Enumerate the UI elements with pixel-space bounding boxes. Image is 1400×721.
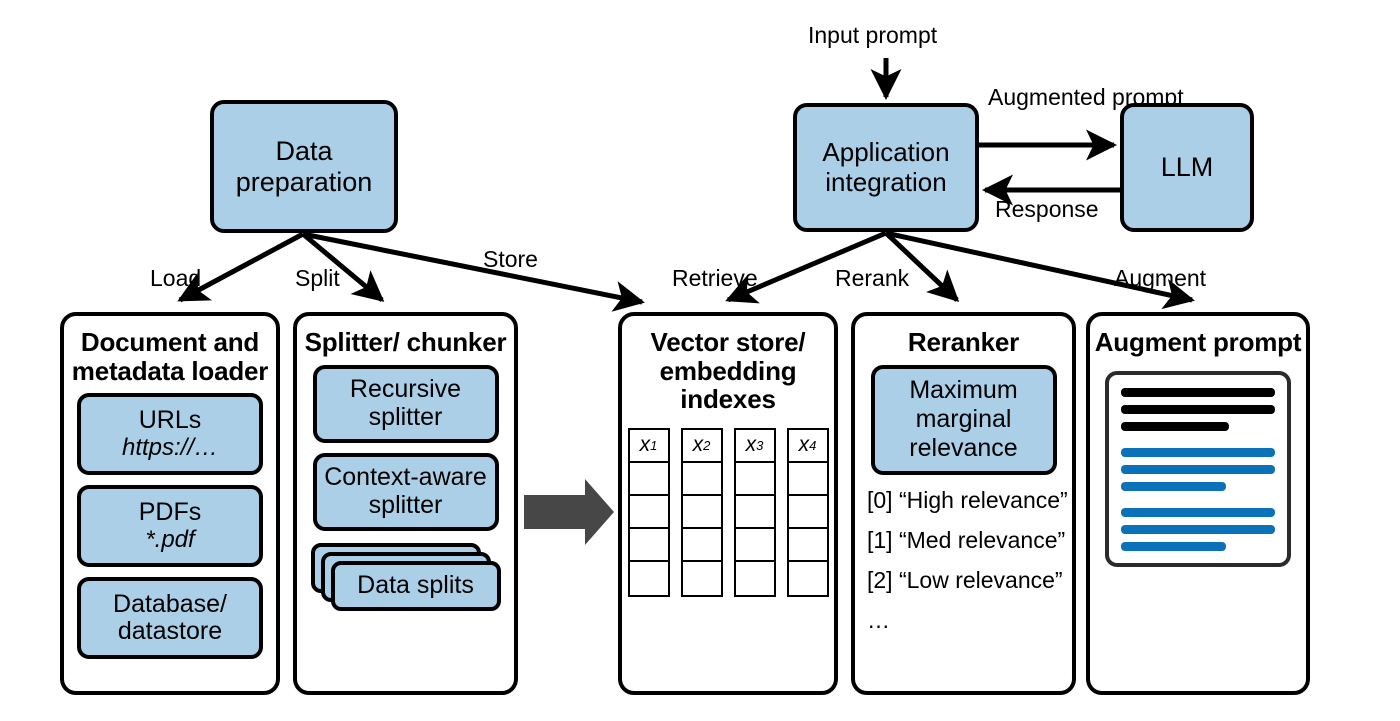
vector-cell	[629, 561, 668, 595]
stack-data-splits-label: Data splits	[357, 571, 474, 600]
panel-augment-title: Augment prompt	[1094, 327, 1302, 357]
chip-recursive-splitter[interactable]: Recursive splitter	[312, 364, 499, 443]
edge-label-load: Load	[150, 265, 202, 291]
prompt-line	[1121, 541, 1226, 551]
vector-cell	[682, 462, 721, 496]
chip-pdfs[interactable]: PDFs *.pdf	[77, 485, 263, 568]
vector-column-4[interactable]: x4	[786, 427, 829, 597]
edge-label-split: Split	[295, 265, 340, 291]
prompt-line	[1121, 481, 1226, 491]
vector-column-1[interactable]: x1	[627, 427, 670, 597]
vector-cell	[629, 462, 668, 496]
block-arrow-icon	[524, 479, 614, 545]
diagram-canvas: Input prompt Augmented prompt Response L…	[0, 0, 1400, 721]
chip-database-datastore-name: Database/ datastore	[113, 589, 227, 646]
node-application-integration[interactable]: Application integration	[793, 103, 979, 232]
list-item-ellipsis: …	[867, 606, 890, 633]
vector-column-2-header: x2	[682, 429, 721, 463]
vector-header-x: x	[798, 433, 810, 457]
vector-cell	[735, 561, 774, 595]
vector-column-1-header: x1	[629, 429, 668, 463]
vector-column-3[interactable]: x3	[733, 427, 776, 597]
vector-header-index: 4	[809, 437, 817, 453]
chip-database-datastore[interactable]: Database/ datastore	[77, 577, 263, 660]
prompt-gap	[1121, 439, 1275, 448]
panel-vector-store: Vector store/ embedding indexes x1 x2 x3	[618, 312, 838, 695]
list-item: [0] “High relevance”	[867, 486, 1068, 513]
list-item: [1] “Med relevance”	[867, 526, 1066, 553]
panel-augment-prompt: Augment prompt	[1086, 312, 1310, 695]
prompt-line	[1121, 524, 1275, 534]
chip-context-aware-splitter-name: Context-aware splitter	[324, 463, 487, 519]
edge-label-store: Store	[483, 246, 538, 272]
vector-cell	[788, 462, 827, 496]
prompt-line	[1121, 404, 1275, 414]
vector-cell	[629, 495, 668, 529]
chip-maximum-marginal-relevance[interactable]: Maximum marginal relevance	[870, 364, 1057, 475]
vector-header-index: 1	[650, 437, 658, 453]
edge-label-rerank: Rerank	[835, 265, 910, 291]
prompt-line	[1121, 464, 1275, 474]
panel-reranker: Reranker Maximum marginal relevance [0] …	[851, 312, 1076, 695]
vector-cell	[788, 561, 827, 595]
edge-label-augment: Augment	[1114, 265, 1207, 291]
chip-urls-sub: https://…	[121, 433, 219, 461]
edge-store	[302, 231, 645, 312]
vector-cell	[682, 528, 721, 562]
prompt-line	[1121, 447, 1275, 457]
chip-urls-name: URLs	[138, 406, 202, 435]
vector-header-x: x	[692, 433, 704, 457]
vector-index-table: x1 x2 x3 x4	[627, 427, 829, 597]
reranker-results-list: [0] “High relevance” [1] “Med relevance”…	[855, 487, 1072, 647]
vector-cell	[629, 528, 668, 562]
edge-label-input-prompt: Input prompt	[808, 22, 938, 48]
vector-header-index: 2	[703, 437, 711, 453]
edge-label-retrieve: Retrieve	[672, 265, 758, 291]
vector-cell	[735, 462, 774, 496]
vector-cell	[788, 528, 827, 562]
node-llm-label: LLM	[1160, 152, 1214, 183]
panel-loader-title: Document and metadata loader	[71, 327, 269, 386]
prompt-line	[1121, 387, 1275, 397]
vector-cell	[682, 495, 721, 529]
panel-splitter-chunker: Splitter/ chunker Recursive splitter Con…	[293, 312, 518, 695]
edge-label-response: Response	[995, 196, 1099, 222]
edge-label-augmented-prompt: Augmented prompt	[988, 84, 1184, 110]
panel-document-metadata-loader: Document and metadata loader URLs https:…	[60, 312, 280, 695]
panel-splitter-title: Splitter/ chunker	[304, 327, 507, 357]
vector-column-4-header: x4	[788, 429, 827, 463]
vector-header-index: 3	[756, 437, 764, 453]
vector-cell	[682, 561, 721, 595]
prompt-gap	[1121, 499, 1275, 508]
chip-context-aware-splitter[interactable]: Context-aware splitter	[312, 452, 499, 531]
vector-header-x: x	[745, 433, 757, 457]
node-application-integration-label: Application integration	[822, 137, 950, 197]
vector-cell	[735, 528, 774, 562]
panel-vector-title: Vector store/ embedding indexes	[650, 327, 806, 415]
vector-column-3-header: x3	[735, 429, 774, 463]
chip-pdfs-name: PDFs	[138, 498, 202, 527]
node-llm[interactable]: LLM	[1120, 103, 1254, 232]
prompt-line	[1121, 507, 1275, 517]
vector-cell	[788, 495, 827, 529]
panel-reranker-title: Reranker	[907, 327, 1020, 357]
node-data-preparation-label: Data preparation	[235, 136, 373, 197]
vector-cell	[735, 495, 774, 529]
list-item: [2] “Low relevance”	[867, 566, 1063, 593]
chip-pdfs-sub: *.pdf	[145, 525, 195, 553]
node-data-preparation[interactable]: Data preparation	[210, 100, 398, 233]
chip-recursive-splitter-name: Recursive splitter	[349, 375, 462, 431]
stack-layer-front: Data splits	[330, 560, 501, 611]
chip-mmr-label: Maximum marginal relevance	[909, 376, 1018, 462]
prompt-line	[1121, 421, 1229, 431]
vector-header-x: x	[639, 433, 651, 457]
stack-data-splits[interactable]: Data splits	[310, 542, 501, 617]
vector-column-2[interactable]: x2	[680, 427, 723, 597]
chip-urls[interactable]: URLs https://…	[77, 393, 263, 476]
augmented-prompt-card[interactable]	[1105, 370, 1291, 567]
